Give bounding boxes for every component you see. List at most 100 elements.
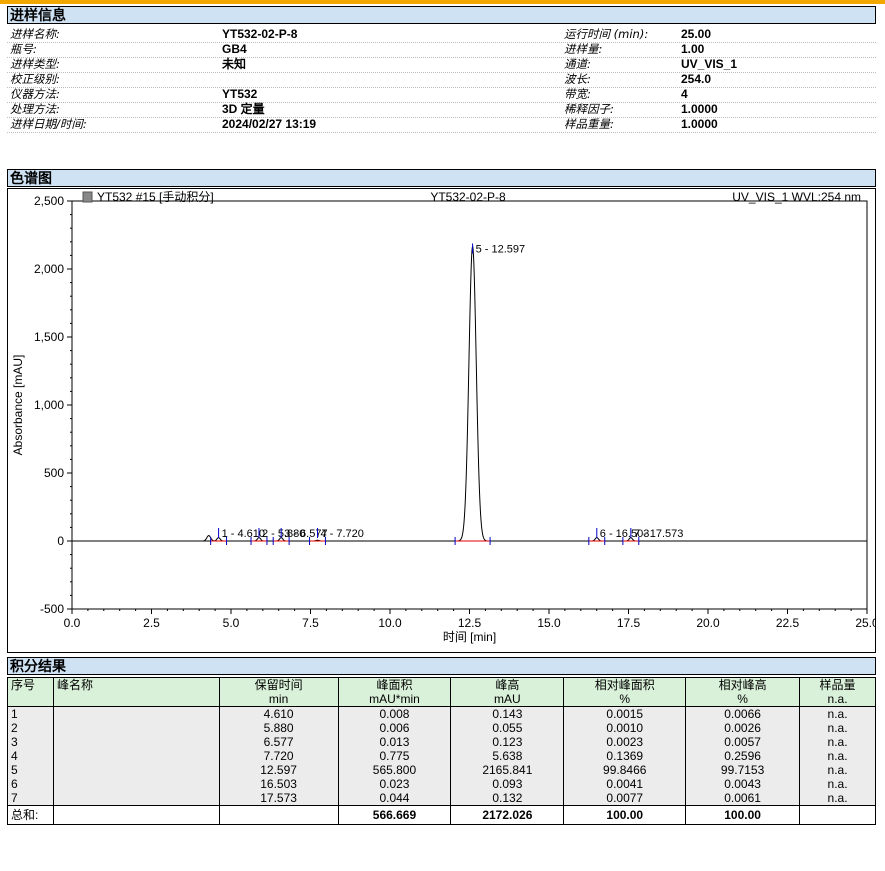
- info-value: 3D 定量: [222, 102, 265, 116]
- table-cell: 0.006: [337, 721, 452, 735]
- peak-label: 4 - 7.720: [320, 528, 363, 540]
- table-cell: n.a.: [799, 763, 876, 777]
- info-label: 通道:: [564, 57, 591, 71]
- table-cell: 4.610: [218, 706, 339, 721]
- table-cell: 4: [7, 749, 54, 763]
- x-axis-label: 时间 [min]: [443, 630, 496, 644]
- table-cell: 0.0066: [685, 706, 801, 721]
- table-cell: 0.0010: [563, 721, 687, 735]
- table-cell: [52, 735, 220, 749]
- top-accent-bar: [0, 0, 885, 4]
- table-row: 5 12.597 565.800 2165.841 99.8466 99.7153 n.a.: [7, 763, 876, 777]
- y-tick-label: 1,500: [34, 330, 64, 344]
- column-unit: %: [563, 692, 687, 707]
- x-tick-label: 25.0: [855, 616, 875, 630]
- table-cell: 12.597: [218, 763, 339, 777]
- info-value: 未知: [222, 57, 247, 71]
- channel-icon: [82, 191, 93, 203]
- table-cell: 6: [7, 777, 54, 791]
- x-tick-label: 15.0: [537, 616, 561, 630]
- sample-info-grid: 进样名称: YT532-02-P-8 瓶号: GB4 进样类型: 未知 校正级别: 仪器方法:…: [7, 27, 876, 153]
- chromatogram-panel: YT532 #15 [手动积分] YT532-02-P-8 UV_VIS_1 WVL…: [7, 188, 879, 653]
- table-cell: 0.044: [337, 791, 452, 806]
- info-label: 运行时间 (min):: [564, 27, 649, 41]
- column-header: 序号: [7, 677, 54, 692]
- table-cell: 0.0023: [563, 735, 687, 749]
- chart-header-left: YT532 #15 [手动积分]: [97, 190, 214, 204]
- table-cell: [52, 777, 220, 791]
- table-row: 4 7.720 0.775 5.638 0.1369 0.2596 n.a.: [7, 749, 876, 763]
- total-cell: [799, 805, 876, 825]
- info-row-divider: [7, 57, 876, 58]
- table-cell: 0.143: [450, 706, 565, 721]
- table-cell: 2: [7, 721, 54, 735]
- info-label: 带宽:: [564, 87, 591, 101]
- table-cell: 565.800: [337, 763, 452, 777]
- info-label: 瓶号:: [10, 42, 37, 56]
- info-value: YT532-02-P-8: [222, 27, 298, 41]
- section-title-chromatogram: 色谱图: [7, 169, 876, 187]
- table-cell: 7: [7, 791, 54, 806]
- column-unit: n.a.: [799, 692, 876, 707]
- info-label: 处理方法:: [10, 102, 60, 116]
- column-header: 相对峰高: [685, 677, 801, 692]
- info-label: 稀释因子:: [564, 102, 614, 116]
- column-unit: mAU: [450, 692, 565, 707]
- table-cell: n.a.: [799, 777, 876, 791]
- column-header: 相对峰面积: [563, 677, 687, 692]
- table-cell: 0.0077: [563, 791, 687, 806]
- info-value: 1.0000: [681, 117, 718, 131]
- y-axis-label: Absorbance [mAU]: [11, 355, 25, 456]
- total-cell: 566.669: [337, 805, 452, 825]
- table-cell: 0.775: [337, 749, 452, 763]
- table-cell: [52, 749, 220, 763]
- x-tick-label: 17.5: [617, 616, 641, 630]
- peak-label: 7 - 17.573: [634, 528, 684, 540]
- results-table: 序号 峰名称 保留时间 峰面积 峰高 相对峰面积 相对峰高 样品量 min mAU*min mAU%…: [7, 677, 876, 825]
- table-cell: 1: [7, 706, 54, 721]
- x-tick-label: 0.0: [64, 616, 81, 630]
- table-cell: 0.0061: [685, 791, 801, 806]
- info-row-divider: [7, 102, 876, 103]
- info-label: 进样日期/时间:: [10, 117, 87, 131]
- table-cell: 99.8466: [563, 763, 687, 777]
- info-row-divider: [7, 87, 876, 88]
- table-cell: 0.0026: [685, 721, 801, 735]
- table-cell: [52, 706, 220, 721]
- y-tick-label: -500: [40, 602, 64, 616]
- total-cell: 2172.026: [450, 805, 565, 825]
- table-cell: 7.720: [218, 749, 339, 763]
- column-unit: [7, 692, 54, 707]
- column-header: 样品量: [799, 677, 876, 692]
- info-value: 2024/02/27 13:19: [222, 117, 317, 131]
- table-cell: [52, 721, 220, 735]
- y-tick-label: 2,500: [34, 194, 64, 208]
- table-cell: [52, 763, 220, 777]
- info-row-divider: [7, 72, 876, 73]
- table-cell: n.a.: [799, 735, 876, 749]
- chart-header-center: YT532-02-P-8: [430, 190, 506, 204]
- table-cell: 2165.841: [450, 763, 565, 777]
- table-cell: 5: [7, 763, 54, 777]
- info-value: YT532: [222, 87, 258, 101]
- info-value: GB4: [222, 42, 247, 56]
- total-cell: [52, 805, 220, 825]
- table-cell: 0.2596: [685, 749, 801, 763]
- plot-frame: [71, 200, 868, 610]
- info-label: 进样量:: [564, 42, 603, 56]
- table-cell: 0.055: [450, 721, 565, 735]
- table-row: 3 6.577 0.013 0.123 0.0023 0.0057 n.a.: [7, 735, 876, 749]
- table-cell: 0.013: [337, 735, 452, 749]
- table-cell: 0.008: [337, 706, 452, 721]
- info-value: UV_VIS_1: [681, 57, 738, 71]
- x-tick-label: 10.0: [378, 616, 402, 630]
- table-row: 6 16.503 0.023 0.093 0.0041 0.0043 n.a.: [7, 777, 876, 791]
- x-tick-label: 5.0: [223, 616, 240, 630]
- column-unit: mAU*min: [337, 692, 452, 707]
- total-cell: 100.00: [563, 805, 687, 825]
- peak-label: 5 - 12.597: [476, 243, 526, 255]
- table-cell: 0.1369: [563, 749, 687, 763]
- table-cell: 0.0043: [685, 777, 801, 791]
- table-cell: 0.0057: [685, 735, 801, 749]
- table-cell: n.a.: [799, 791, 876, 806]
